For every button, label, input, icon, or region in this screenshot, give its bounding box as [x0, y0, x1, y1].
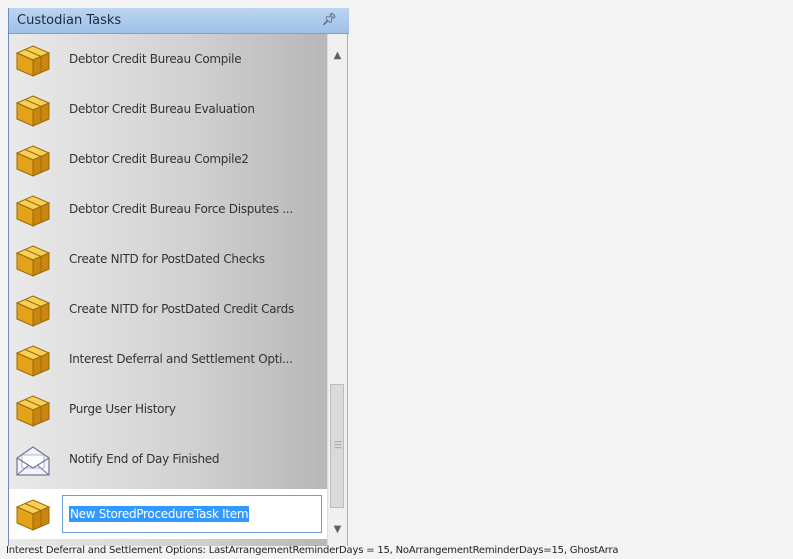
task-item-editing[interactable]: New StoredProcedureTask Item: [9, 489, 327, 539]
task-list: Debtor Credit Bureau Compile Debtor Cred…: [9, 34, 327, 546]
package-box-icon: [15, 195, 51, 227]
task-label: Debtor Credit Bureau Compile2: [69, 152, 249, 166]
task-item[interactable]: Debtor Credit Bureau Force Disputes ...: [9, 185, 327, 235]
envelope-icon: [16, 446, 50, 476]
pin-icon[interactable]: 📌︎: [322, 12, 337, 26]
scroll-down-icon[interactable]: ▼: [329, 520, 346, 538]
task-item[interactable]: Notify End of Day Finished: [9, 435, 327, 485]
task-label: Create NITD for PostDated Credit Cards: [69, 302, 294, 316]
scrollbar-thumb[interactable]: — — —: [330, 384, 344, 508]
package-box-icon: [15, 499, 51, 531]
package-box-icon: [15, 345, 51, 377]
custodian-tasks-panel: Custodian Tasks 📌︎ Debtor Credit Bureau …: [8, 8, 349, 546]
task-name-input-value[interactable]: New StoredProcedureTask Item: [69, 506, 250, 522]
task-item[interactable]: Purge User History: [9, 385, 327, 435]
status-text: Interest Deferral and Settlement Options…: [6, 545, 619, 556]
task-item[interactable]: Debtor Credit Bureau Compile: [9, 35, 327, 85]
task-label: Debtor Credit Bureau Force Disputes ...: [69, 202, 293, 216]
task-label: Interest Deferral and Settlement Opti...: [69, 352, 293, 366]
task-name-input[interactable]: New StoredProcedureTask Item: [62, 495, 322, 533]
panel-title: Custodian Tasks: [17, 13, 122, 28]
scroll-up-icon[interactable]: ▲: [329, 46, 346, 64]
panel-header: Custodian Tasks 📌︎: [9, 8, 349, 34]
task-item[interactable]: Debtor Credit Bureau Evaluation: [9, 85, 327, 135]
task-label: Debtor Credit Bureau Compile: [69, 52, 242, 66]
package-box-icon: [15, 395, 51, 427]
task-item[interactable]: Create NITD for PostDated Credit Cards: [9, 285, 327, 335]
package-box-icon: [15, 245, 51, 277]
task-label: Debtor Credit Bureau Evaluation: [69, 102, 255, 116]
task-label: Create NITD for PostDated Checks: [69, 252, 265, 266]
task-label: Purge User History: [69, 402, 176, 416]
grip-icon: — — —: [334, 437, 342, 452]
vertical-scrollbar[interactable]: ▲ — — — ▼: [327, 34, 347, 546]
package-box-icon: [15, 95, 51, 127]
package-box-icon: [15, 145, 51, 177]
task-item[interactable]: Create NITD for PostDated Checks: [9, 235, 327, 285]
package-box-icon: [15, 45, 51, 77]
task-item[interactable]: Debtor Credit Bureau Compile2: [9, 135, 327, 185]
task-label: Notify End of Day Finished: [69, 452, 220, 466]
package-box-icon: [15, 295, 51, 327]
task-item[interactable]: Interest Deferral and Settlement Opti...: [9, 335, 327, 385]
